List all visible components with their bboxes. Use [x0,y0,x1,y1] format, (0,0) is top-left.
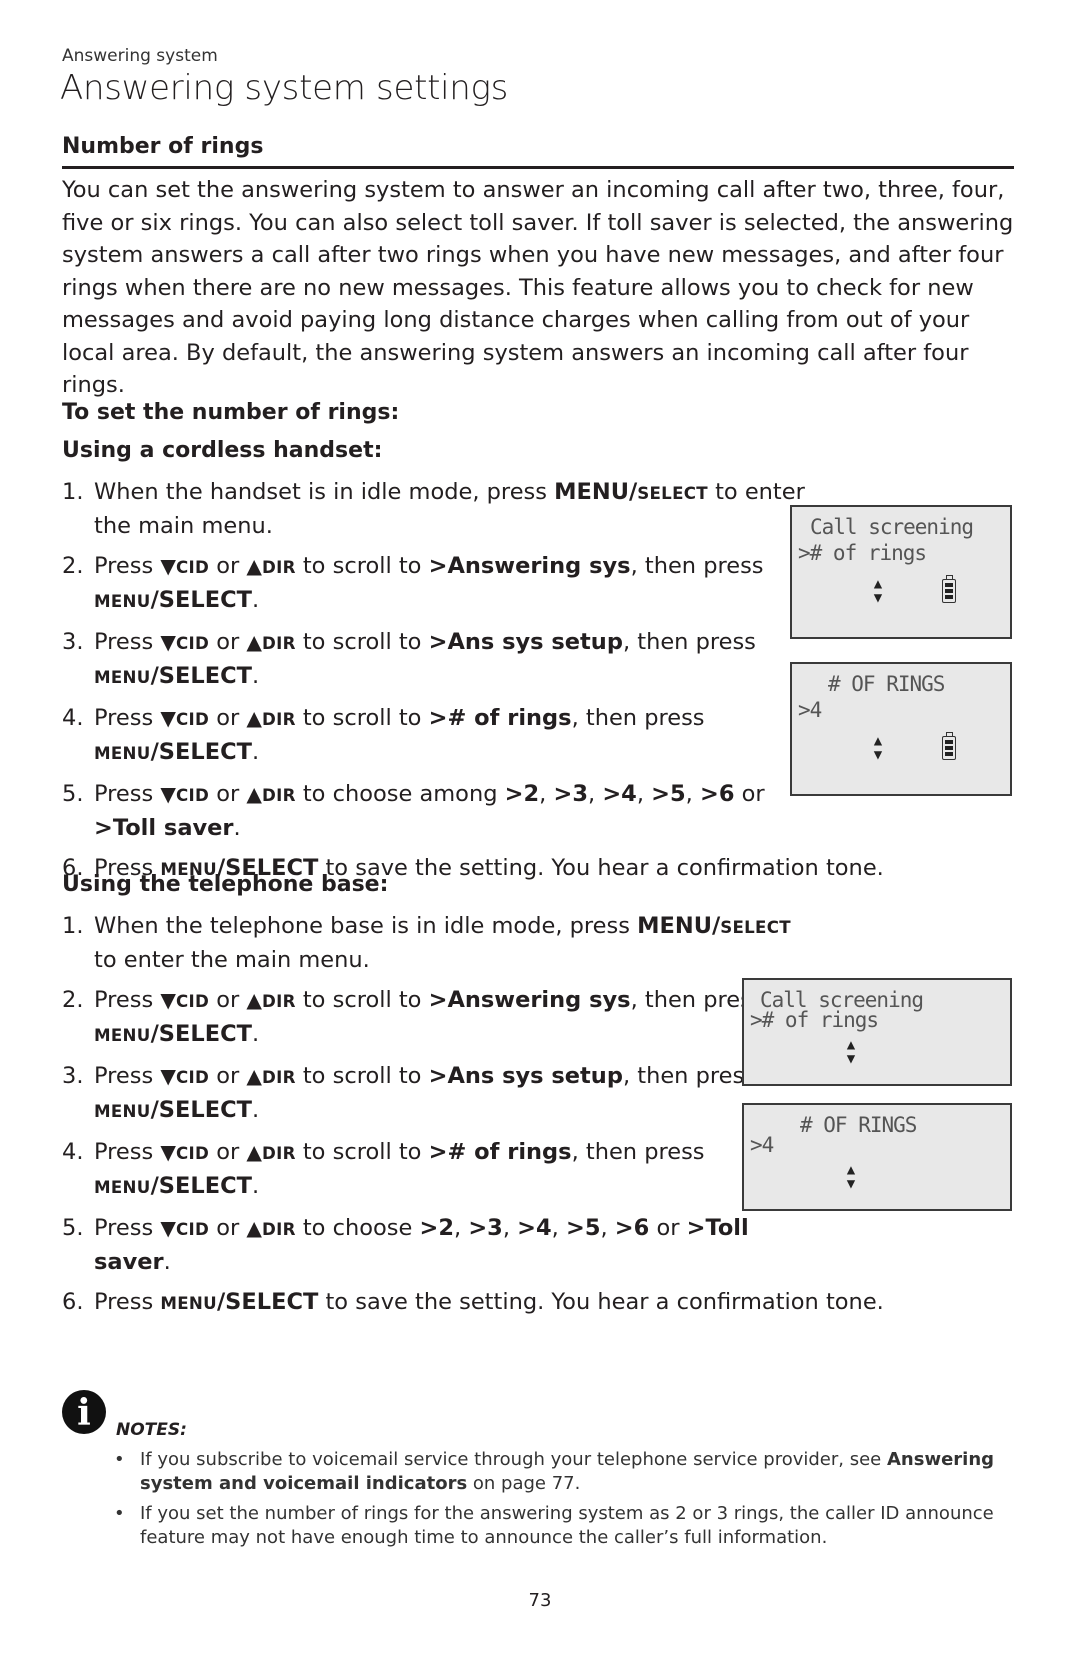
step-item: 3. Press ▼CID or ▲DIR to scroll to >Ans s… [62,626,822,694]
step-item: 6. Press MENU/SELECT to save the setting.… [62,1286,1014,1320]
notes-list: If you subscribe to voicemail service th… [110,1448,1010,1556]
step-text: Press ▼CID or ▲DIR to scroll to >Ans sys… [94,1063,756,1123]
step-text: Press ▼CID or ▲DIR to scroll to >Answeri… [94,987,764,1047]
step-item: 1. When the handset is in idle mode, pres… [62,476,822,542]
step-text: When the telephone base is in idle mode,… [94,913,791,973]
handset-lcd-screen-1: Call screening ># of rings ▲ ▼ [790,505,1012,639]
lcd-line-2: ># of rings [798,541,927,565]
lcd-line-2: ># of rings [750,1008,879,1032]
step-text: Press MENU/SELECT to save the setting. Y… [94,1289,884,1315]
step-text: Press ▼CID or ▲DIR to scroll to ># of ri… [94,705,705,765]
step-item: 4. Press ▼CID or ▲DIR to scroll to ># of … [62,1136,802,1204]
step-item: 2. Press ▼CID or ▲DIR to scroll to >Answe… [62,984,802,1052]
step-text: Press ▼CID or ▲DIR to scroll to ># of ri… [94,1139,705,1199]
page-number: 73 [528,1590,552,1611]
section-heading: Number of rings [62,134,264,159]
step-number: 2. [62,987,84,1013]
scroll-arrows-icon: ▲ ▼ [873,576,883,606]
note-item: If you set the number of rings for the a… [110,1502,1010,1550]
step-number: 4. [62,1139,84,1165]
note-item: If you subscribe to voicemail service th… [110,1448,1010,1496]
scroll-arrows-icon: ▲ ▼ [846,1037,856,1067]
step-item: 2. Press ▼CID or ▲DIR to scroll to >Answe… [62,550,822,618]
step-number: 1. [62,913,84,939]
section-rule [62,166,1014,169]
handset-lcd-screen-2: # OF RINGS >4 ▲ ▼ [790,662,1012,796]
battery-icon [942,575,956,603]
scroll-arrows-icon: ▲ ▼ [873,733,883,763]
scroll-arrows-icon: ▲ ▼ [846,1162,856,1192]
step-number: 2. [62,553,84,579]
step-number: 1. [62,479,84,505]
base-lcd-screen-2: # OF RINGS >4 ▲ ▼ [742,1103,1012,1211]
step-text: When the handset is in idle mode, press … [94,479,805,539]
base-steps-list: 1. When the telephone base is in idle mod… [62,910,884,1328]
step-number: 3. [62,1063,84,1089]
notes-label: NOTES: [116,1420,187,1440]
step-number: 5. [62,781,84,807]
intro-paragraph: You can set the answering system to answ… [62,177,1014,398]
step-item: 5. Press ▼CID or ▲DIR to choose >2, >3, >… [62,1212,802,1278]
step-item: 5. Press ▼CID or ▲DIR to choose among >2,… [62,778,822,844]
step-text: Press ▼CID or ▲DIR to scroll to >Answeri… [94,553,764,613]
lcd-line-2: >4 [750,1133,774,1157]
procedure-heading: To set the number of rings: [62,400,400,425]
base-lcd-screen-1: Call screening ># of rings ▲ ▼ [742,978,1012,1086]
step-item: 3. Press ▼CID or ▲DIR to scroll to >Ans s… [62,1060,802,1128]
step-number: 6. [62,1289,84,1315]
lcd-line-1: # OF RINGS [828,672,945,696]
step-number: 4. [62,705,84,731]
handset-heading: Using a cordless handset: [62,438,383,463]
lcd-line-1: # OF RINGS [800,1113,917,1137]
step-number: 5. [62,1215,84,1241]
handset-steps-list: 1. When the handset is in idle mode, pres… [62,476,884,894]
lcd-line-1: Call screening [810,515,974,539]
step-text: Press ▼CID or ▲DIR to choose among >2, >… [94,781,765,841]
step-item: 4. Press ▼CID or ▲DIR to scroll to ># of … [62,702,822,770]
step-number: 3. [62,629,84,655]
battery-icon [942,732,956,760]
step-text: Press ▼CID or ▲DIR to scroll to >Ans sys… [94,629,756,689]
step-item: 1. When the telephone base is in idle mod… [62,910,802,976]
info-icon: i [62,1390,106,1434]
step-text: Press ▼CID or ▲DIR to choose >2, >3, >4,… [94,1215,749,1275]
lcd-line-2: >4 [798,698,822,722]
page-title: Answering system settings [60,68,509,108]
base-heading: Using the telephone base: [62,872,389,897]
breadcrumb: Answering system [62,46,218,66]
